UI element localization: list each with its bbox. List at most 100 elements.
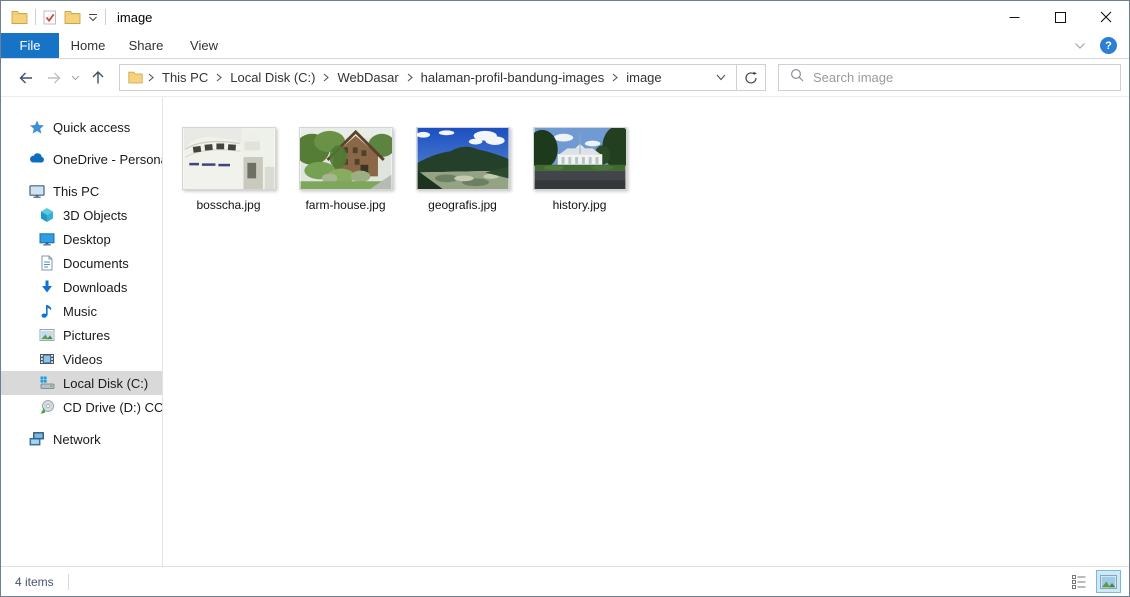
title-bar: image [1,1,1129,33]
file-list: bosscha.jpg farm-house.jpg geografis.jpg… [163,97,1129,566]
sidebar-item-local-disk-c[interactable]: Local Disk (C:) [1,371,162,395]
customize-qat-chevron-down-icon[interactable] [88,13,98,22]
sidebar-item-label: CD Drive (D:) CCCO [63,399,163,415]
film-icon [39,351,55,367]
tab-file[interactable]: File [1,33,59,58]
expand-ribbon-chevron-down-icon[interactable] [1074,37,1086,55]
navigation-pane: Quick access OneDrive - Personal This PC… [1,97,163,566]
breadcrumb-local-disk-c[interactable]: Local Disk (C:) [223,70,322,85]
properties-check-icon[interactable] [43,10,57,25]
document-icon [39,255,55,271]
sidebar-item-label: Music [63,303,97,319]
address-dropdown-chevron-down-icon[interactable] [712,74,730,81]
maximize-icon[interactable] [1037,1,1083,33]
geografis-thumbnail [415,127,510,190]
search-icon [790,68,804,87]
sidebar-item-label: Local Disk (C:) [63,375,149,391]
file-explorer-window: image File Home Share View ? This PC Loc… [0,0,1130,597]
breadcrumb-image[interactable]: image [619,70,668,85]
new-folder-icon[interactable] [64,10,81,24]
address-bar[interactable]: This PC Local Disk (C:) WebDasar halaman… [119,64,737,91]
file-name: bosscha.jpg [196,198,261,212]
picture-icon [39,327,55,343]
chevron-right-icon [215,73,223,82]
ribbon-tab-bar: File Home Share View ? [1,33,1129,59]
sidebar-item-this-pc[interactable]: This PC [1,179,162,203]
cloud-icon [29,151,45,167]
sidebar-item-label: Pictures [63,327,110,343]
computer-icon [29,183,45,199]
file-name: history.jpg [552,198,607,212]
forward-arrow-icon[interactable] [41,64,67,92]
details-view-icon[interactable] [1066,570,1091,593]
sidebar-item-downloads[interactable]: Downloads [1,275,162,299]
file-item-geografis[interactable]: geografis.jpg [415,127,510,212]
breadcrumb-this-pc[interactable]: This PC [155,70,215,85]
download-arrow-icon [39,279,55,295]
chevron-right-icon [406,73,414,82]
thumbnails-view-icon[interactable] [1096,570,1121,593]
chevron-right-icon [147,73,155,82]
quick-access-toolbar: image [1,9,152,25]
help-icon[interactable]: ? [1100,37,1117,54]
up-arrow-icon[interactable] [83,64,113,92]
sidebar-item-music[interactable]: Music [1,299,162,323]
view-toggles [1066,570,1121,593]
sidebar-item-label: Videos [63,351,103,367]
divider [67,573,69,590]
chevron-right-icon [611,73,619,82]
sidebar-item-pictures[interactable]: Pictures [1,323,162,347]
item-count: 4 items [15,574,54,589]
sidebar-item-desktop[interactable]: Desktop [1,227,162,251]
close-icon[interactable] [1083,1,1129,33]
star-icon [29,119,45,135]
sidebar-item-cd-drive-d[interactable]: CD Drive (D:) CCCO [1,395,162,419]
file-item-farm-house[interactable]: farm-house.jpg [298,127,393,212]
music-note-icon [39,303,55,319]
sidebar-item-videos[interactable]: Videos [1,347,162,371]
history-thumbnail [532,127,627,190]
cube-icon [39,207,55,223]
back-arrow-icon[interactable] [11,64,41,92]
sidebar-item-label: Downloads [63,279,128,295]
file-name: geografis.jpg [428,198,497,212]
file-item-bosscha[interactable]: bosscha.jpg [181,127,276,212]
sidebar-item-documents[interactable]: Documents [1,251,162,275]
sidebar-item-label: This PC [53,183,100,199]
explorer-body: Quick access OneDrive - Personal This PC… [1,97,1129,566]
status-bar: 4 items [1,566,1129,596]
tab-share[interactable]: Share [117,33,175,58]
search-input[interactable] [813,70,1093,85]
folder-icon [11,10,28,24]
folder-icon [128,71,143,84]
window-controls [991,1,1129,33]
window-title: image [117,9,153,25]
breadcrumb-webdasar[interactable]: WebDasar [330,70,405,85]
tab-home[interactable]: Home [59,33,117,58]
sidebar-item-3d-objects[interactable]: 3D Objects [1,203,162,227]
divider [35,9,36,25]
sidebar-item-label: 3D Objects [63,207,128,223]
sidebar-item-onedrive[interactable]: OneDrive - Personal [1,147,162,171]
bosscha-thumbnail [181,127,276,190]
sidebar-item-label: Network [53,431,101,447]
refresh-icon[interactable] [737,64,766,91]
chevron-right-icon [322,73,330,82]
minimize-icon[interactable] [991,1,1037,33]
tab-view[interactable]: View [175,33,233,58]
search-box [778,64,1121,91]
breadcrumb-halaman-profil-bandung-images[interactable]: halaman-profil-bandung-images [414,70,612,85]
sidebar-item-quick-access[interactable]: Quick access [1,115,162,139]
sidebar-item-label: Desktop [63,231,111,247]
file-name: farm-house.jpg [305,198,386,212]
hard-drive-icon [39,375,55,391]
sidebar-item-network[interactable]: Network [1,427,162,451]
sidebar-item-label: Documents [63,255,129,271]
cd-drive-icon [39,399,55,415]
desktop-icon [39,231,55,247]
navigation-bar: This PC Local Disk (C:) WebDasar halaman… [1,59,1129,97]
sidebar-item-label: OneDrive - Personal [53,151,163,167]
sidebar-item-label: Quick access [53,119,131,135]
file-item-history[interactable]: history.jpg [532,127,627,212]
history-chevron-down-icon[interactable] [67,64,83,92]
